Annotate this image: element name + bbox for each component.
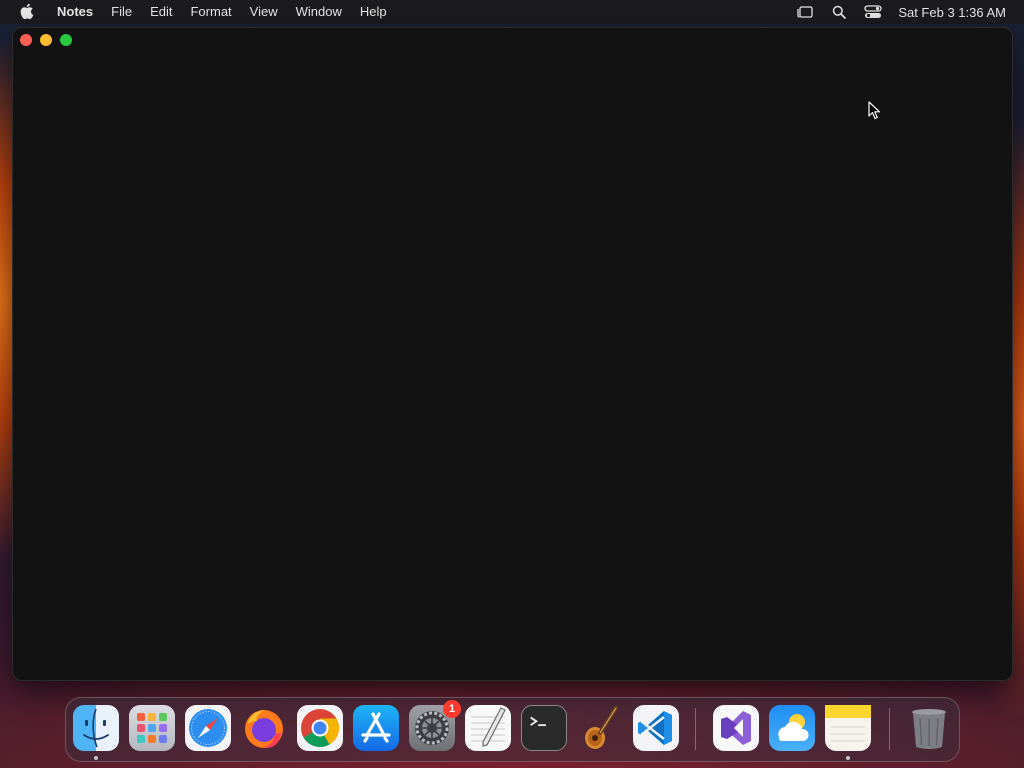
firefox-icon[interactable] <box>241 705 287 751</box>
menu-format[interactable]: Format <box>181 0 240 24</box>
notification-badge: 1 <box>443 700 461 718</box>
app-store-icon[interactable] <box>353 705 399 751</box>
menu-help[interactable]: Help <box>351 0 396 24</box>
garageband-icon[interactable] <box>577 705 623 751</box>
minimize-button[interactable] <box>40 34 52 46</box>
textedit-icon[interactable] <box>465 705 511 751</box>
window-controls <box>20 34 72 46</box>
maximize-button[interactable] <box>60 34 72 46</box>
finder-icon[interactable] <box>73 705 119 751</box>
running-indicator <box>846 756 850 760</box>
dock-separator <box>695 708 696 750</box>
menu-file[interactable]: File <box>102 0 141 24</box>
terminal-icon[interactable] <box>521 705 567 751</box>
running-indicator <box>94 756 98 760</box>
menu-app-name[interactable]: Notes <box>48 0 102 24</box>
dock-separator <box>889 708 890 750</box>
trash-icon[interactable] <box>906 705 952 751</box>
visual-studio-icon[interactable] <box>713 705 759 751</box>
weather-icon[interactable] <box>769 705 815 751</box>
safari-icon[interactable] <box>185 705 231 751</box>
system-settings-icon[interactable]: 1 <box>409 700 461 751</box>
dock: 1 <box>65 697 960 762</box>
mouse-cursor-icon <box>868 101 881 120</box>
vscode-icon[interactable] <box>633 705 679 751</box>
menu-window[interactable]: Window <box>287 0 351 24</box>
menu-view[interactable]: View <box>241 0 287 24</box>
menu-edit[interactable]: Edit <box>141 0 181 24</box>
menu-bar-clock[interactable]: Sat Feb 3 1:36 AM <box>898 5 1006 20</box>
close-button[interactable] <box>20 34 32 46</box>
notes-icon[interactable] <box>825 705 871 751</box>
launchpad-icon[interactable] <box>129 705 175 751</box>
menu-bar: Notes File Edit Format View Window Help <box>0 0 1024 24</box>
stage-manager-icon[interactable] <box>794 2 816 22</box>
apple-icon[interactable] <box>16 1 38 23</box>
notes-window <box>12 27 1013 681</box>
spotlight-icon[interactable] <box>828 2 850 22</box>
control-center-icon[interactable] <box>862 2 884 22</box>
chrome-icon[interactable] <box>297 705 343 751</box>
